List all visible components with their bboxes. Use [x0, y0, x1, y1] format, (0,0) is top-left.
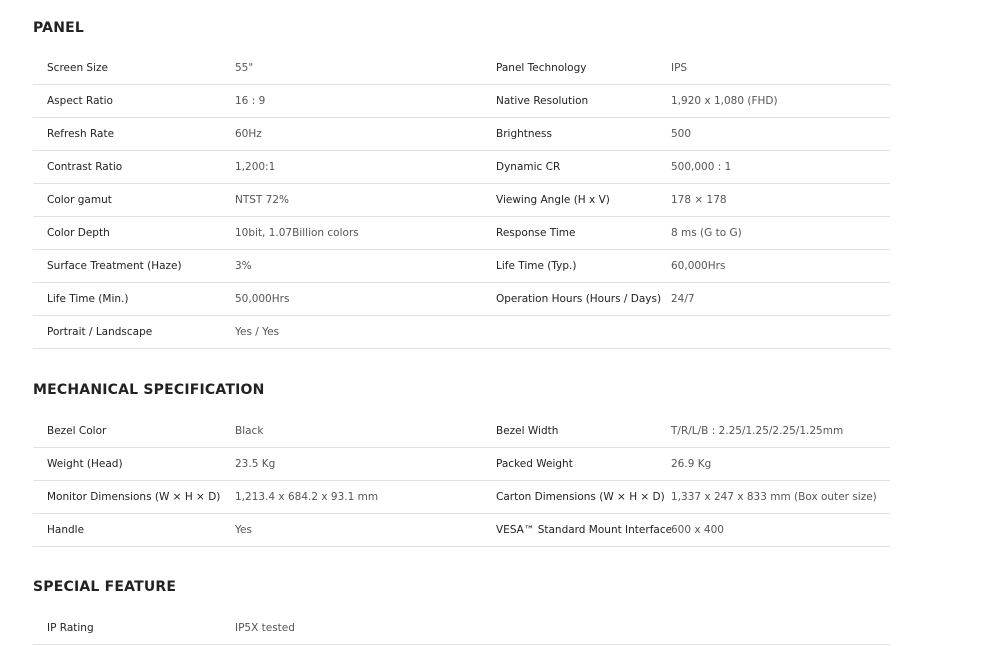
spec-label — [482, 315, 671, 349]
spec-row: Life Time (Min.) 50,000Hrs Operation Hou… — [33, 282, 890, 316]
spec-value: 600 x 400 — [671, 513, 890, 547]
mechanical-spec-table: Bezel Color Black Bezel Width T/R/L/B : … — [33, 415, 890, 547]
section-title-mechanical: MECHANICAL SPECIFICATION — [33, 382, 265, 398]
spec-value: 60,000Hrs — [671, 249, 890, 283]
spec-label: IP Rating — [33, 612, 235, 645]
spec-label: Brightness — [482, 117, 671, 151]
spec-label: Bezel Color — [33, 415, 235, 448]
spec-label: Weight (Head) — [33, 447, 235, 481]
special-spec-table: IP Rating IP5X tested — [33, 612, 890, 645]
panel-spec-table: Screen Size 55" Panel Technology IPS Asp… — [33, 52, 890, 349]
spec-value: NTST 72% — [235, 183, 482, 217]
spec-value: 8 ms (G to G) — [671, 216, 890, 250]
spec-row: Refresh Rate 60Hz Brightness 500 — [33, 117, 890, 151]
spec-row: Screen Size 55" Panel Technology IPS — [33, 52, 890, 85]
spec-label: Life Time (Typ.) — [482, 249, 671, 283]
section-title-special: SPECIAL FEATURE — [33, 579, 177, 595]
spec-label: Bezel Width — [482, 415, 671, 448]
spec-label: Packed Weight — [482, 447, 671, 481]
section-title-panel: PANEL — [33, 20, 85, 36]
spec-label: Carton Dimensions (W × H × D) — [482, 480, 671, 514]
spec-label: Surface Treatment (Haze) — [33, 249, 235, 283]
spec-value: 26.9 Kg — [671, 447, 890, 481]
spec-row: Surface Treatment (Haze) 3% Life Time (T… — [33, 249, 890, 283]
spec-label: Portrait / Landscape — [33, 315, 235, 349]
spec-label: Color gamut — [33, 183, 235, 217]
spec-value: 60Hz — [235, 117, 482, 151]
spec-label: Dynamic CR — [482, 150, 671, 184]
spec-value: T/R/L/B : 2.25/1.25/2.25/1.25mm — [671, 415, 890, 448]
spec-label: VESA™ Standard Mount Interface — [482, 513, 671, 547]
spec-value — [671, 612, 890, 645]
spec-label: Aspect Ratio — [33, 84, 235, 118]
spec-label: Operation Hours (Hours / Days) — [482, 282, 671, 316]
spec-label: Color Depth — [33, 216, 235, 250]
spec-label: Contrast Ratio — [33, 150, 235, 184]
spec-value: 24/7 — [671, 282, 890, 316]
spec-row: Weight (Head) 23.5 Kg Packed Weight 26.9… — [33, 447, 890, 481]
spec-value: 3% — [235, 249, 482, 283]
spec-value: Yes — [235, 513, 482, 547]
spec-label: Refresh Rate — [33, 117, 235, 151]
spec-row: Handle Yes VESA™ Standard Mount Interfac… — [33, 513, 890, 547]
spec-row: Monitor Dimensions (W × H × D) 1,213.4 x… — [33, 480, 890, 514]
spec-row: Contrast Ratio 1,200:1 Dynamic CR 500,00… — [33, 150, 890, 184]
spec-value: IPS — [671, 52, 890, 85]
spec-label: Panel Technology — [482, 52, 671, 85]
spec-row: Bezel Color Black Bezel Width T/R/L/B : … — [33, 415, 890, 448]
spec-value: 50,000Hrs — [235, 282, 482, 316]
spec-label — [482, 612, 671, 645]
spec-label: Life Time (Min.) — [33, 282, 235, 316]
spec-value: 1,337 x 247 x 833 mm (Box outer size) — [671, 480, 890, 514]
spec-row: Color Depth 10bit, 1.07Billion colors Re… — [33, 216, 890, 250]
spec-row: Color gamut NTST 72% Viewing Angle (H x … — [33, 183, 890, 217]
special-feature-section: SPECIAL FEATURE IP Rating IP5X tested — [33, 576, 890, 645]
spec-label: Monitor Dimensions (W × H × D) — [33, 480, 235, 514]
spec-value: 1,200:1 — [235, 150, 482, 184]
spec-value: Yes / Yes — [235, 315, 482, 349]
spec-label: Viewing Angle (H x V) — [482, 183, 671, 217]
spec-label: Native Resolution — [482, 84, 671, 118]
spec-value: IP5X tested — [235, 612, 482, 645]
spec-value: 178 × 178 — [671, 183, 890, 217]
spec-value: 55" — [235, 52, 482, 85]
spec-value: 1,920 x 1,080 (FHD) — [671, 84, 890, 118]
spec-value: 16 : 9 — [235, 84, 482, 118]
spec-value: 500,000 : 1 — [671, 150, 890, 184]
spec-value: 500 — [671, 117, 890, 151]
spec-label: Handle — [33, 513, 235, 547]
spec-value — [671, 315, 890, 349]
spec-value: 23.5 Kg — [235, 447, 482, 481]
spec-row: Aspect Ratio 16 : 9 Native Resolution 1,… — [33, 84, 890, 118]
spec-value: 10bit, 1.07Billion colors — [235, 216, 482, 250]
spec-row: Portrait / Landscape Yes / Yes — [33, 315, 890, 349]
spec-label: Response Time — [482, 216, 671, 250]
spec-value: Black — [235, 415, 482, 448]
spec-value: 1,213.4 x 684.2 x 93.1 mm — [235, 480, 482, 514]
mechanical-section: MECHANICAL SPECIFICATION Bezel Color Bla… — [33, 379, 890, 547]
spec-row: IP Rating IP5X tested — [33, 612, 890, 645]
spec-label: Screen Size — [33, 52, 235, 85]
panel-section: PANEL Screen Size 55" Panel Technology I… — [33, 17, 890, 349]
